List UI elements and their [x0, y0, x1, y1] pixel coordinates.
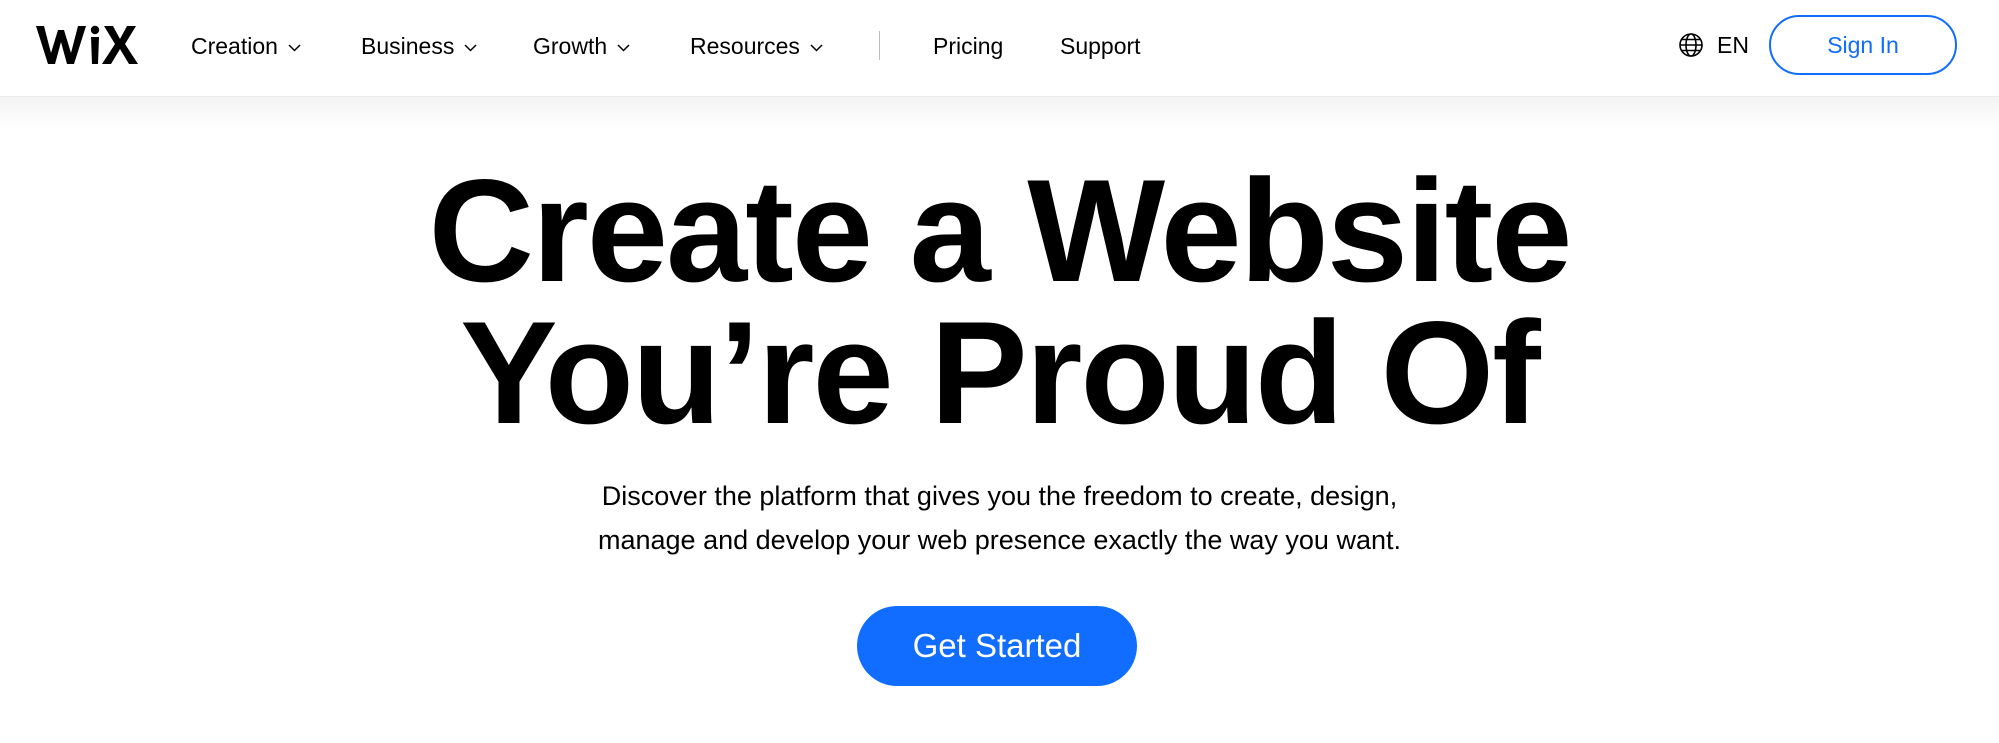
hero-title-line: Create a Website: [428, 149, 1573, 312]
hero-title-line: You’re Proud Of: [460, 291, 1541, 454]
nav-item-label: Growth: [533, 33, 608, 59]
nav-item-pricing[interactable]: Pricing: [933, 30, 1003, 62]
nav-item-label: Support: [1060, 33, 1141, 59]
nav-item-label: Business: [361, 33, 455, 59]
chevron-down-icon: [464, 43, 477, 52]
header-shadow: [0, 97, 1999, 129]
site-header: Creation Business Growth Resources Prici…: [0, 0, 1999, 97]
nav-item-label: Creation: [191, 33, 278, 59]
nav-item-label: Resources: [690, 33, 800, 59]
chevron-down-icon: [288, 43, 301, 52]
language-label: EN: [1717, 31, 1749, 58]
get-started-button[interactable]: Get Started: [857, 606, 1137, 686]
nav-item-support[interactable]: Support: [1060, 30, 1141, 62]
hero-subtitle-line: manage and develop your web presence exa…: [598, 525, 1401, 555]
nav-item-business[interactable]: Business: [361, 30, 477, 62]
chevron-down-icon: [617, 43, 630, 52]
nav-item-creation[interactable]: Creation: [191, 30, 301, 62]
nav-divider: [879, 31, 880, 60]
nav-item-resources[interactable]: Resources: [690, 30, 823, 62]
hero-title: Create a Website You’re Proud Of: [0, 149, 1999, 454]
hero-subtitle: Discover the platform that gives you the…: [0, 474, 1999, 562]
sign-in-button[interactable]: Sign In: [1769, 15, 1957, 75]
wix-logo[interactable]: [34, 20, 140, 68]
nav-item-growth[interactable]: Growth: [533, 30, 630, 62]
globe-icon: [1679, 33, 1703, 57]
chevron-down-icon: [810, 43, 823, 52]
language-selector[interactable]: EN: [1678, 30, 1749, 60]
nav-item-label: Pricing: [933, 33, 1004, 59]
hero-subtitle-line: Discover the platform that gives you the…: [601, 481, 1398, 511]
